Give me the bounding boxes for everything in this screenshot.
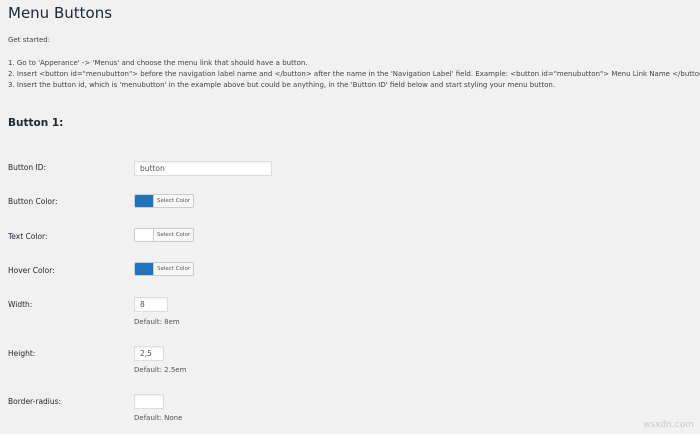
instruction-steps: 1. Go to 'Apperance' -> 'Menus' and choo… [8,58,700,91]
width-label: Width: [8,300,33,309]
text-color-swatch [135,229,154,241]
border-radius-input[interactable] [134,394,164,409]
watermark: wsxdn.com [643,420,694,430]
button-color-picker[interactable]: Select Color [134,194,195,208]
button-id-input[interactable] [134,161,272,176]
select-color-label: Select Color [157,198,191,204]
intro-block: Get started: 1. Go to 'Apperance' -> 'Me… [8,35,700,91]
width-default-note: Default: 8em [134,318,180,326]
height-label: Height: [8,349,36,358]
button-color-label: Button Color: [8,197,58,206]
width-input[interactable] [134,297,168,312]
height-default-note: Default: 2.5em [134,366,187,374]
select-color-label: Select Color [157,266,191,272]
select-color-label: Select Color [157,232,191,238]
text-color-picker[interactable]: Select Color [134,228,195,242]
button-color-swatch [135,195,154,207]
instruction-step-3: 3. Insert the button id, which is 'menub… [8,81,556,89]
instruction-step-2: 2. Insert <button id="menubutton"> befor… [8,70,700,78]
instruction-step-1: 1. Go to 'Apperance' -> 'Menus' and choo… [8,59,308,67]
page-title: Menu Buttons [8,4,113,22]
section-title: Button 1: [8,117,64,129]
get-started-text: Get started: [8,36,51,44]
hover-color-label: Hover Color: [8,266,55,275]
hover-color-swatch [135,263,154,275]
text-color-label: Text Color: [8,232,48,241]
border-radius-default-note: Default: None [134,414,183,422]
hover-color-picker[interactable]: Select Color [134,262,195,276]
height-input[interactable] [134,346,164,361]
border-radius-label: Border-radius: [8,397,62,406]
button-id-label: Button ID: [8,163,47,172]
